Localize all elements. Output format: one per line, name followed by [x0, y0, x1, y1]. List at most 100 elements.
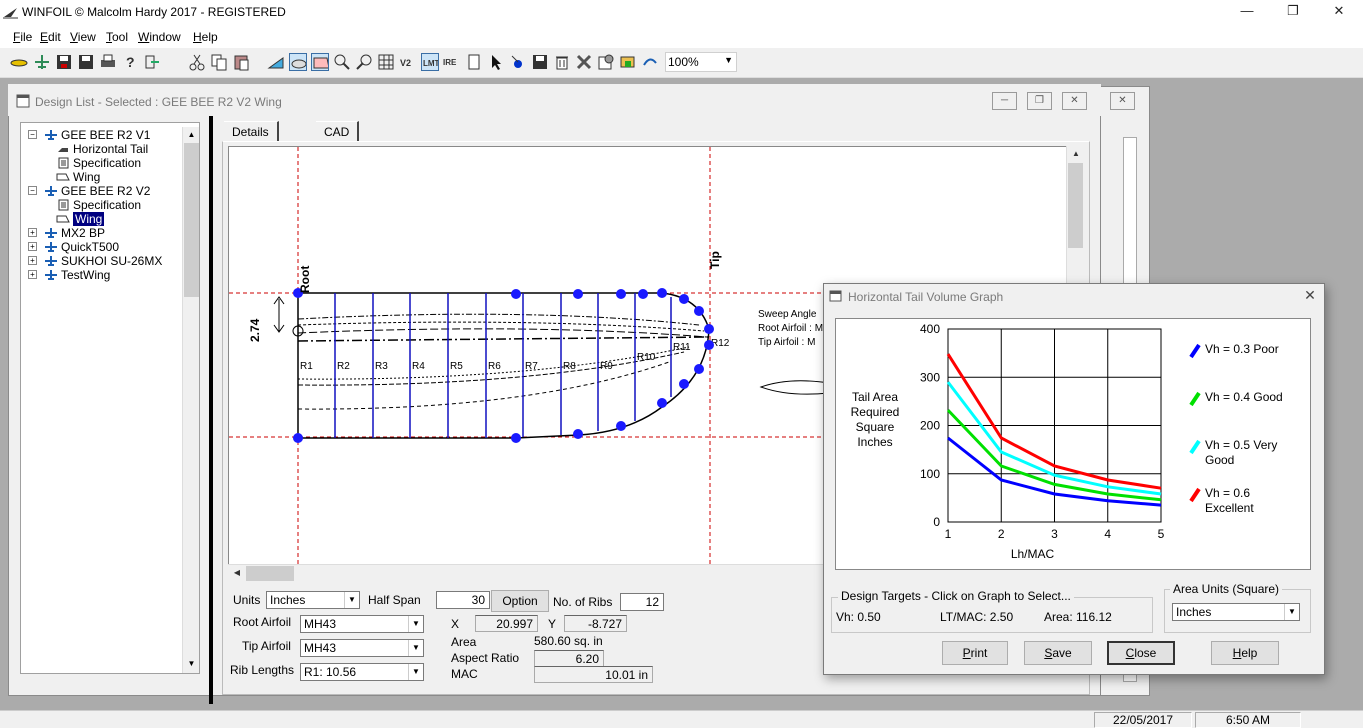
- control-point[interactable]: [657, 398, 667, 408]
- menu-edit[interactable]: Edit: [40, 30, 61, 44]
- menu-tool[interactable]: Tool: [106, 30, 128, 44]
- tools-icon[interactable]: [575, 53, 593, 71]
- expand-icon[interactable]: +: [28, 242, 37, 251]
- control-point[interactable]: [616, 421, 626, 431]
- save-icon[interactable]: [55, 53, 73, 71]
- area-units-select[interactable]: Inches ▼: [1172, 603, 1300, 621]
- control-point[interactable]: [511, 433, 521, 443]
- close-button[interactable]: ✕: [1316, 0, 1362, 24]
- expand-icon[interactable]: +: [28, 228, 37, 237]
- control-point[interactable]: [638, 289, 648, 299]
- tree-scroll-thumb[interactable]: [184, 143, 199, 297]
- close-dialog-button[interactable]: Close: [1107, 641, 1175, 665]
- zoom-in-icon[interactable]: [333, 53, 351, 71]
- canvas-hscroll-thumb[interactable]: [246, 566, 294, 581]
- scroll-left-icon[interactable]: ◀: [229, 565, 245, 581]
- add-point-icon[interactable]: [509, 53, 527, 71]
- option-button[interactable]: Option: [491, 590, 549, 612]
- tab-cad[interactable]: CAD: [316, 121, 360, 141]
- help-icon[interactable]: ?: [121, 53, 139, 71]
- delete-icon[interactable]: [553, 53, 571, 71]
- save-button[interactable]: Save: [1024, 641, 1092, 665]
- units-select[interactable]: Inches ▼: [266, 591, 360, 609]
- control-point[interactable]: [704, 324, 714, 334]
- copy-icon[interactable]: [210, 53, 228, 71]
- control-point[interactable]: [573, 289, 583, 299]
- rib-tool-icon[interactable]: [267, 53, 285, 71]
- menu-help[interactable]: Help: [193, 30, 218, 44]
- child-restore-button[interactable]: ❐: [1027, 92, 1052, 110]
- menu-window[interactable]: Window: [138, 30, 181, 44]
- open-design-icon[interactable]: [10, 53, 28, 71]
- control-point[interactable]: [694, 364, 704, 374]
- menu-view[interactable]: View: [70, 30, 96, 44]
- expand-icon[interactable]: +: [28, 270, 37, 279]
- child-close-button[interactable]: ✕: [1062, 92, 1087, 110]
- zoom-value: 100%: [668, 55, 699, 69]
- report-icon[interactable]: IRE: [443, 53, 461, 71]
- save-all-icon[interactable]: [77, 53, 95, 71]
- cut-icon[interactable]: [188, 53, 206, 71]
- help-button[interactable]: Help: [1211, 641, 1279, 665]
- child-minimize-button[interactable]: ─: [992, 92, 1017, 110]
- rib-lengths-select[interactable]: R1: 10.56 ▼: [300, 663, 424, 681]
- scroll-up-icon[interactable]: ▲: [184, 127, 199, 142]
- bg-window-close-button[interactable]: ✕: [1110, 92, 1135, 110]
- settings-icon[interactable]: [597, 53, 615, 71]
- print-icon[interactable]: [99, 53, 117, 71]
- minimize-button[interactable]: —: [1224, 0, 1270, 24]
- ribs-count-input[interactable]: 12: [620, 593, 664, 611]
- control-point[interactable]: [657, 288, 667, 298]
- print-button[interactable]: Print: [942, 641, 1008, 665]
- sheet-icon[interactable]: [465, 53, 483, 71]
- root-airfoil-select[interactable]: MH43 ▼: [300, 615, 424, 633]
- plane-icon: [45, 242, 57, 252]
- vh-value: Vh: 0.50: [836, 610, 881, 624]
- zoom-out-icon[interactable]: [355, 53, 373, 71]
- export-icon[interactable]: [619, 53, 637, 71]
- tail-volume-graph[interactable]: 1 2 3 4 5 0 100 200 300 400 Lh/MAC Tail Area Require…: [835, 318, 1311, 570]
- measure-icon[interactable]: LMT: [421, 53, 439, 71]
- half-span-label: Half Span: [368, 593, 421, 607]
- restore-button[interactable]: ❐: [1270, 0, 1316, 24]
- scroll-down-icon[interactable]: ▼: [184, 656, 199, 671]
- dimension-label: 2.74: [248, 318, 262, 342]
- control-point[interactable]: [293, 433, 303, 443]
- tree-item-label: Wing: [73, 212, 105, 226]
- tree-scrollbar[interactable]: ▲ ▼: [182, 127, 199, 673]
- airfoil-tool-icon[interactable]: [289, 53, 307, 71]
- tab-details[interactable]: Details: [224, 121, 279, 141]
- dialog-close-icon[interactable]: ✕: [1300, 287, 1320, 305]
- zoom-select[interactable]: 100% ▼: [665, 52, 737, 72]
- wing-tool-icon[interactable]: [311, 53, 329, 71]
- y-tick-label: 300: [920, 370, 940, 384]
- control-point[interactable]: [679, 379, 689, 389]
- v2-icon[interactable]: V2: [399, 53, 417, 71]
- half-span-input[interactable]: 30: [436, 591, 490, 609]
- y-tick-label: 400: [920, 322, 940, 336]
- redo-icon[interactable]: [641, 53, 659, 71]
- menu-file[interactable]: File: [13, 30, 32, 44]
- control-point[interactable]: [694, 306, 704, 316]
- grid-icon[interactable]: [377, 53, 395, 71]
- collapse-icon[interactable]: −: [28, 130, 37, 139]
- expand-icon[interactable]: +: [28, 256, 37, 265]
- save-drawing-icon[interactable]: [531, 53, 549, 71]
- pane-splitter[interactable]: [209, 116, 213, 704]
- plane-icon[interactable]: [33, 53, 51, 71]
- canvas-vscroll-thumb[interactable]: [1068, 163, 1083, 248]
- tree-item-label: QuickT500: [61, 240, 120, 254]
- control-point[interactable]: [679, 294, 689, 304]
- control-point[interactable]: [704, 340, 714, 350]
- collapse-icon[interactable]: −: [28, 186, 37, 195]
- control-point[interactable]: [573, 429, 583, 439]
- tip-airfoil-select[interactable]: MH43 ▼: [300, 639, 424, 657]
- control-point[interactable]: [511, 289, 521, 299]
- ribs-count-label: No. of Ribs: [553, 595, 613, 609]
- scroll-up-icon[interactable]: ▲: [1068, 146, 1084, 162]
- control-point[interactable]: [616, 289, 626, 299]
- exit-icon[interactable]: [143, 53, 161, 71]
- pointer-icon[interactable]: [487, 53, 505, 71]
- tail-volume-chart[interactable]: 1 2 3 4 5 0 100 200 300 400 Lh/MAC Tail AreaRequire…: [836, 319, 1312, 571]
- paste-icon[interactable]: [232, 53, 250, 71]
